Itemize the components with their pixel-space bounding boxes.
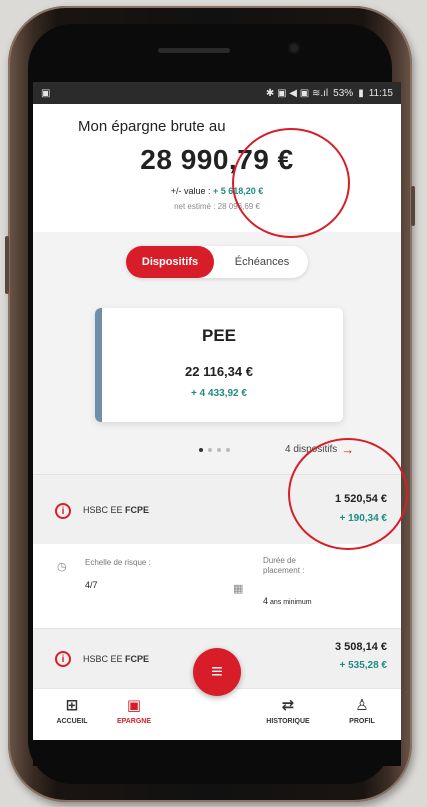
fund-details: ◷ Echelle de risque : 4/7 ▦ Durée de pla… bbox=[33, 544, 401, 628]
net-estimate-label: net estimé : bbox=[174, 202, 218, 211]
duration-value: 4 ans minimum bbox=[263, 596, 312, 606]
nav-savings[interactable]: ▣ EPARGNE bbox=[99, 697, 169, 725]
nav-home[interactable]: ⊞ ACCUEIL bbox=[37, 697, 107, 725]
plan-amount: 22 116,34 € bbox=[185, 364, 253, 379]
fund-name: HSBC EE FCPE bbox=[83, 505, 150, 515]
view-toggle: Dispositifs Échéances bbox=[126, 246, 308, 278]
volume-button bbox=[5, 236, 9, 294]
plan-card-pee[interactable]: PEE 22 116,34 € + 4 433,92 € bbox=[95, 308, 343, 422]
risk-value: 4/7 bbox=[85, 580, 98, 590]
tab-echeances[interactable]: Échéances bbox=[216, 246, 308, 278]
capital-gain-label: +/- value : bbox=[170, 186, 213, 196]
grid-icon: ⊞ bbox=[65, 697, 79, 714]
carousel-dots bbox=[199, 448, 230, 452]
tab-dispositifs[interactable]: Dispositifs bbox=[126, 246, 214, 278]
fund-name: HSBC EE FCPE bbox=[83, 654, 150, 664]
highlight-circle bbox=[232, 128, 350, 238]
plan-gain: + 4 433,92 € bbox=[191, 388, 247, 399]
signal-icons: ✱ ▣ ◀ ▣ ≋.ıl bbox=[265, 87, 329, 99]
info-icon[interactable]: i bbox=[55, 503, 71, 519]
status-bar: ▣ ✱ ▣ ◀ ▣ ≋.ıl 53% ▮ 11:15 bbox=[33, 82, 401, 104]
image-icon: ▣ bbox=[41, 87, 51, 99]
info-icon[interactable]: i bbox=[55, 651, 71, 667]
clock: 11:15 bbox=[368, 87, 393, 99]
menu-icon: ≡ bbox=[211, 660, 223, 683]
carousel-dot[interactable] bbox=[217, 448, 221, 452]
nav-history[interactable]: ⇄ HISTORIQUE bbox=[253, 697, 323, 725]
duration-label: Durée de placement : bbox=[263, 556, 305, 575]
fund-gain: + 535,28 € bbox=[339, 660, 387, 671]
carousel-dot[interactable] bbox=[208, 448, 212, 452]
risk-label: Echelle de risque : bbox=[85, 558, 151, 567]
front-camera bbox=[290, 44, 298, 52]
battery-percent: 53% bbox=[333, 87, 354, 99]
calendar-icon: ▦ bbox=[233, 583, 244, 595]
earpiece-speaker bbox=[158, 48, 230, 53]
transfer-arrows-icon: ⇄ bbox=[281, 697, 295, 714]
clock-icon: ◷ bbox=[57, 561, 67, 573]
fund-amount: 3 508,14 € bbox=[335, 641, 387, 653]
menu-fab-button[interactable]: ≡ bbox=[193, 648, 241, 696]
savings-icon: ▣ bbox=[126, 697, 142, 714]
battery-icon: ▮ bbox=[358, 87, 364, 99]
highlight-circle bbox=[288, 438, 408, 550]
carousel-dot[interactable] bbox=[199, 448, 203, 452]
plan-title: PEE bbox=[201, 326, 237, 345]
carousel-dot[interactable] bbox=[226, 448, 230, 452]
savings-label: Mon épargne brute au bbox=[78, 118, 226, 135]
phone-bottom-bezel bbox=[33, 740, 401, 766]
nav-profile[interactable]: ♙ PROFIL bbox=[327, 697, 397, 725]
person-icon: ♙ bbox=[355, 697, 369, 714]
status-icons: ✱ ▣ ◀ ▣ ≋.ıl 53% ▮ 11:15 bbox=[266, 88, 393, 99]
power-button bbox=[411, 186, 415, 226]
